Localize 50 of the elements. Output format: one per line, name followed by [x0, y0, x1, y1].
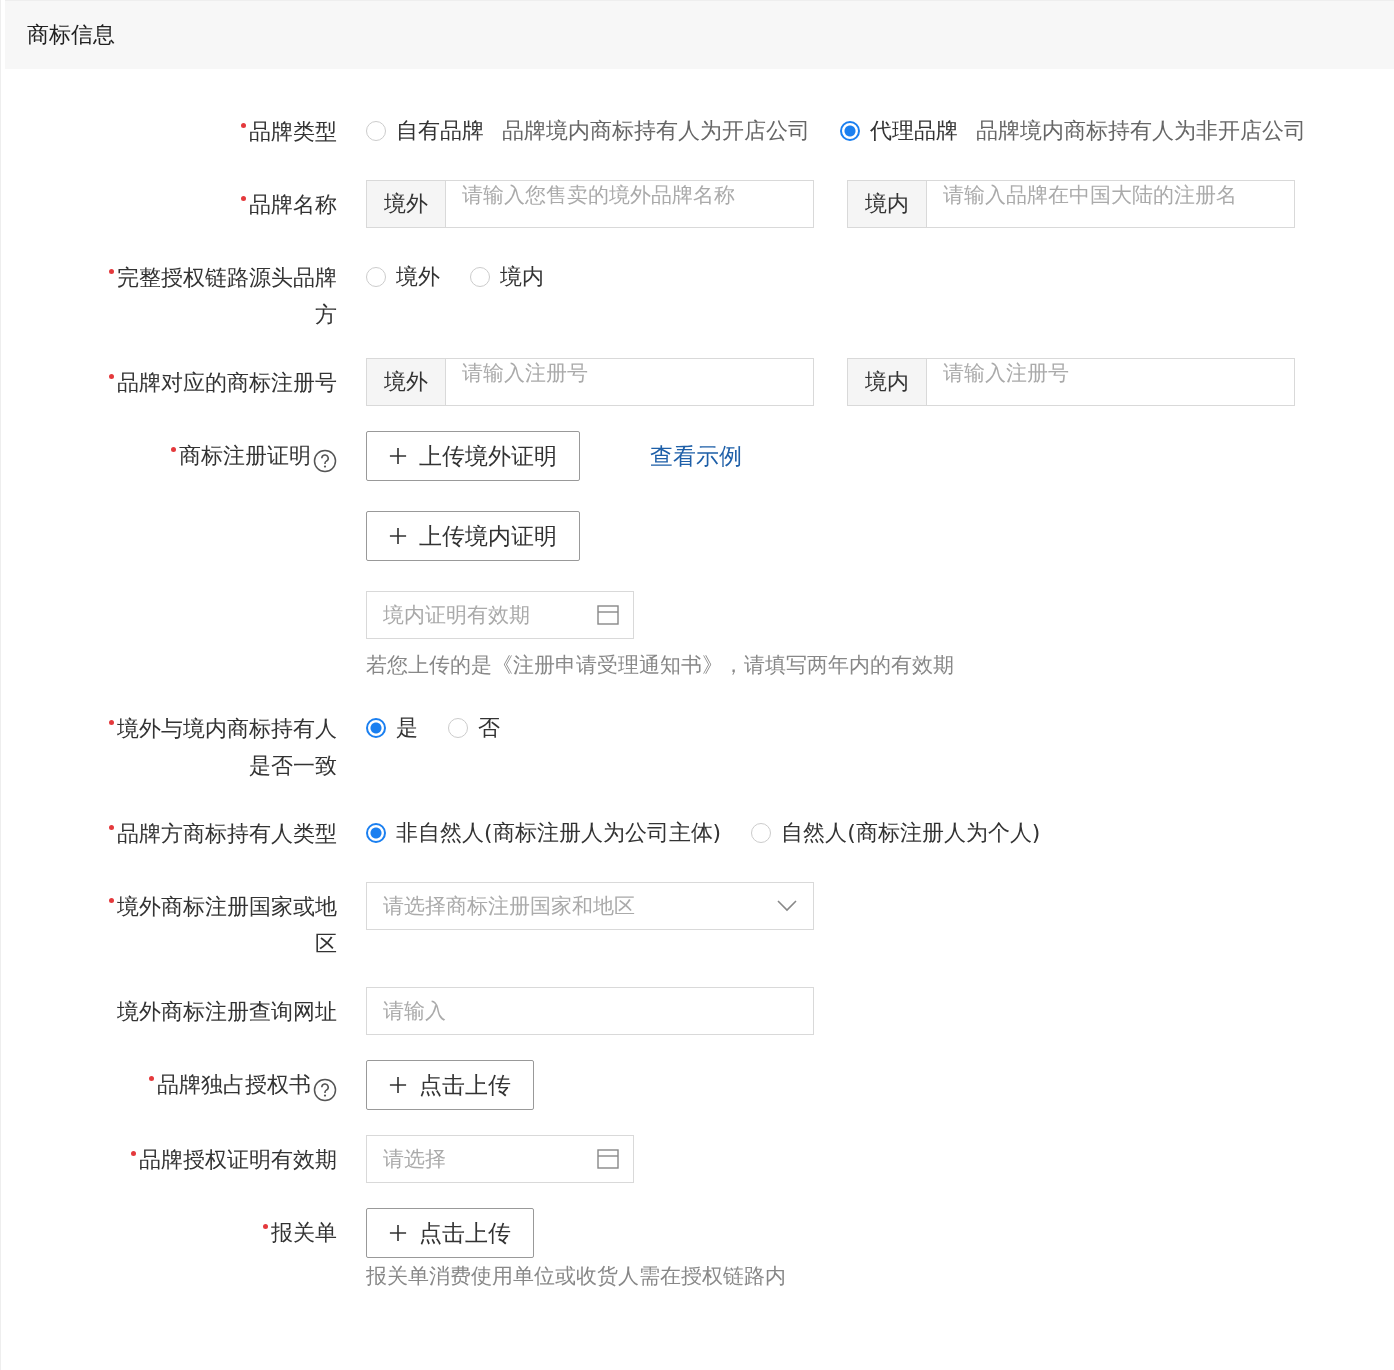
plus-icon	[389, 447, 407, 465]
field-label: 境外与境内商标持有人是否一致	[97, 710, 337, 784]
section-title: 商标信息	[27, 21, 115, 49]
radio-label[interactable]: 境内	[500, 262, 544, 292]
radio-button[interactable]	[366, 718, 386, 738]
upload-button[interactable]: 点击上传	[366, 1060, 534, 1110]
plus-icon	[389, 527, 407, 545]
field-label: 品牌名称	[97, 186, 337, 223]
chevron-down-icon	[777, 900, 797, 912]
field-label: 报关单	[97, 1214, 337, 1251]
calendar-icon	[597, 605, 619, 625]
radio-label[interactable]: 代理品牌	[870, 116, 958, 146]
input-addon: 境内	[848, 359, 927, 405]
radio-button[interactable]	[840, 121, 860, 141]
option-description: 品牌境内商标持有人为开店公司	[502, 117, 810, 145]
radio-label[interactable]: 境外	[396, 262, 440, 292]
radio-label[interactable]: 否	[478, 713, 500, 743]
input-addon: 境外	[367, 359, 446, 405]
input-field[interactable]: 境外 请输入注册号	[366, 358, 814, 406]
field-label: 境外商标注册查询网址	[116, 998, 337, 1026]
input-addon: 境外	[367, 181, 446, 227]
upload-button[interactable]: 上传境外证明	[366, 431, 580, 481]
upload-button[interactable]: 点击上传	[366, 1208, 534, 1258]
radio-label[interactable]: 自有品牌	[396, 116, 484, 146]
plus-icon	[389, 1224, 407, 1242]
field-label: 品牌授权证明有效期	[97, 1141, 337, 1178]
radio-label[interactable]: 非自然人(商标注册人为公司主体)	[396, 818, 722, 848]
radio-label[interactable]: 是	[396, 713, 418, 743]
field-label: 商标注册证明	[71, 437, 311, 474]
radio-label[interactable]: 自然人(商标注册人为个人)	[781, 818, 1041, 848]
plus-icon	[389, 1076, 407, 1094]
field-label: 品牌类型	[97, 113, 337, 150]
input-field[interactable]: 境内 请输入注册号	[847, 358, 1295, 406]
field-label: 品牌独占授权书	[71, 1066, 311, 1103]
upload-button[interactable]: 上传境内证明	[366, 511, 580, 561]
field-label: 完整授权链路源头品牌方	[97, 259, 337, 333]
radio-button[interactable]	[366, 823, 386, 843]
input-field[interactable]: 境外 请输入您售卖的境外品牌名称	[366, 180, 814, 228]
option-description: 品牌境内商标持有人为非开店公司	[976, 117, 1306, 145]
input-field[interactable]: 境内 请输入品牌在中国大陆的注册名	[847, 180, 1295, 228]
hint-text: 若您上传的是《注册申请受理通知书》，请填写两年内的有效期	[366, 652, 955, 679]
input-addon: 境内	[848, 181, 927, 227]
example-link[interactable]: 查看示例	[650, 440, 742, 472]
hint-text: 报关单消费使用单位或收货人需在授权链路内	[366, 1263, 787, 1290]
field-label: 品牌对应的商标注册号	[97, 364, 337, 401]
field-label: 境外商标注册国家或地区	[97, 888, 337, 962]
help-icon[interactable]	[313, 1078, 337, 1102]
calendar-icon	[597, 1149, 619, 1169]
field-label: 品牌方商标持有人类型	[97, 815, 337, 852]
help-icon[interactable]	[313, 449, 337, 473]
